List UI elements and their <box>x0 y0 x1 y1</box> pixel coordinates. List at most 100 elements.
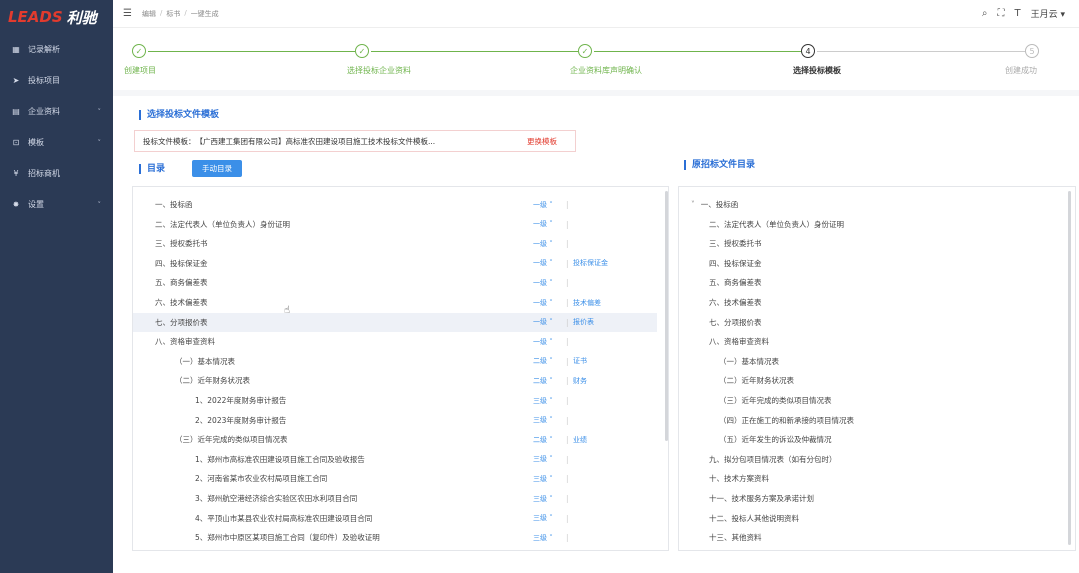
level-select[interactable]: 一级 ˅ <box>533 317 553 327</box>
directory-row[interactable]: 1、郑州市高标准农田建设项目施工合同及验收报告 三级 ˅ | <box>133 450 657 469</box>
level-select[interactable]: 三级 ˅ <box>533 494 553 504</box>
level-select[interactable]: 一级 ˅ <box>533 200 553 210</box>
original-directory-row[interactable]: 十二、投标人其他说明资料 <box>709 509 799 528</box>
original-directory-row[interactable]: （四）正在施工的和新承接的项目情况表 <box>719 411 854 430</box>
directory-row[interactable]: 二、法定代表人（单位负责人）身份证明 一级 ˅ | <box>133 215 657 234</box>
change-template-link[interactable]: 更换模板 <box>527 136 557 147</box>
level-select[interactable]: 三级 ˅ <box>533 415 553 425</box>
level-select[interactable]: 三级 ˅ <box>533 513 553 523</box>
original-row-text: （四）正在施工的和新承接的项目情况表 <box>719 415 854 425</box>
original-row-text: 三、授权委托书 <box>709 239 762 249</box>
directory-row[interactable]: 八、资格审查资料 一级 ˅ | <box>133 332 657 351</box>
sidebar-item[interactable]: ▦ 记录解析 <box>0 34 113 65</box>
directory-row-text: 3、郑州航空港经济综合实验区农田水利项目合同 <box>195 494 358 503</box>
manual-directory-button[interactable]: 手动目录 <box>192 160 242 177</box>
original-directory-row[interactable]: 四、投标保证金 <box>709 254 762 273</box>
directory-row-text: 4、平顶山市某县农业农村局高标准农田建设项目合同 <box>195 513 373 523</box>
directory-row[interactable]: （三）近年完成的类似项目情况表 二级 ˅ | 业绩 <box>133 430 657 449</box>
level-select[interactable]: 三级 ˅ <box>533 533 553 543</box>
original-directory-row[interactable]: 二、法定代表人（单位负责人）身份证明 <box>709 215 844 234</box>
breadcrumb-item: 一键生成 <box>190 9 219 18</box>
directory-row[interactable]: 五、商务偏差表 一级 ˅ | <box>133 273 657 292</box>
divider: | <box>566 494 569 503</box>
logo-en: LEADS <box>8 8 63 26</box>
sidebar-item[interactable]: ¥ 招标商机 <box>0 158 113 189</box>
divider: | <box>566 337 569 347</box>
fullscreen-icon[interactable]: ⛶ <box>997 8 1004 19</box>
level-select[interactable]: 二级 ˅ <box>533 435 553 445</box>
level-select[interactable]: 三级 ˅ <box>533 474 553 484</box>
level-select[interactable]: 三级 ˅ <box>533 454 553 464</box>
gear-icon: ✸ <box>12 200 20 209</box>
chevron-down-icon[interactable]: ˅ <box>691 200 695 209</box>
original-directory-row[interactable]: 七、分项报价表 <box>709 313 762 332</box>
chevron-down-icon: ˅ <box>97 138 102 147</box>
original-directory-row[interactable]: （二）近年财务状况表 <box>719 371 794 390</box>
original-directory-row[interactable]: （三）近年完成的类似项目情况表 <box>719 391 832 410</box>
directory-row[interactable]: 六、技术偏差表 一级 ˅ | 技术偏差 <box>133 293 657 312</box>
directory-row[interactable]: 3、郑州航空港经济综合实验区农田水利项目合同 三级 ˅ | <box>133 489 657 508</box>
level-select[interactable]: 一级 ˅ <box>533 298 553 308</box>
yen-icon: ¥ <box>13 169 19 178</box>
directory-row[interactable]: 1、2022年度财务审计报告 三级 ˅ | <box>133 391 657 410</box>
original-directory-row[interactable]: （一）基本情况表 <box>719 352 779 371</box>
row-tag-link[interactable]: 证书 <box>573 356 587 366</box>
directory-row[interactable]: （二）近年财务状况表 二级 ˅ | 财务 <box>133 371 657 390</box>
directory-row[interactable]: 4、平顶山市某县农业农村局高标准农田建设项目合同 三级 ˅ | <box>133 509 657 528</box>
original-directory-row[interactable]: 九、拟分包项目情况表（如有分包时） <box>709 450 837 469</box>
original-directory-row[interactable]: ˅ 一、投标函 <box>691 195 738 214</box>
sidebar-item[interactable]: ✸ 设置 ˅ <box>0 189 113 220</box>
original-directory-row[interactable]: 五、商务偏差表 <box>709 273 762 292</box>
level-select[interactable]: 一级 ˅ <box>533 239 553 249</box>
template-name: 【广西建工集团有限公司】高标准农田建设项目施工技术投标文件模板... <box>195 136 436 146</box>
level-select[interactable]: 二级 ˅ <box>533 356 553 366</box>
row-tag-link[interactable]: 业绩 <box>573 435 587 445</box>
original-directory-row[interactable]: 十、技术方案资料 <box>709 469 769 488</box>
font-size-icon[interactable]: T <box>1014 8 1020 19</box>
original-directory-row[interactable]: （五）近年发生的诉讼及仲裁情况 <box>719 430 832 449</box>
level-select[interactable]: 一级 ˅ <box>533 278 553 288</box>
breadcrumb-item[interactable]: 编辑 <box>142 9 156 19</box>
original-directory-row[interactable]: 三、授权委托书 <box>709 234 762 253</box>
original-directory-row[interactable]: 十一、技术服务方案及承诺计划 <box>709 489 814 508</box>
original-row-text: 八、资格审查资料 <box>709 337 769 347</box>
directory-row-text: 5、郑州市中原区某项目施工合同（复印件）及验收证明 <box>195 533 380 543</box>
directory-row-text: 四、投标保证金 <box>155 258 208 268</box>
level-select[interactable]: 二级 ˅ <box>533 376 553 386</box>
directory-row[interactable]: 2、2023年度财务审计报告 三级 ˅ | <box>133 411 657 430</box>
row-tag-link[interactable]: 投标保证金 <box>573 258 608 268</box>
divider: | <box>566 219 569 229</box>
directory-row[interactable]: 2、河南省某市农业农村局项目施工合同 三级 ˅ | <box>133 469 657 488</box>
row-tag-link[interactable]: 报价表 <box>573 317 594 327</box>
original-directory-row[interactable]: 六、技术偏差表 <box>709 293 762 312</box>
row-tag-link[interactable]: 技术偏差 <box>573 298 601 308</box>
level-select[interactable]: 一级 ˅ <box>533 219 553 229</box>
sidebar-item-label: 招标商机 <box>28 169 60 178</box>
sidebar-item[interactable]: ⊡ 模板 ˅ <box>0 127 113 158</box>
original-directory-panel[interactable]: ˅ 一、投标函 二、法定代表人（单位负责人）身份证明三、授权委托书四、投标保证金五、… <box>678 186 1076 551</box>
sidebar-item[interactable]: ➤ 投标项目 <box>0 65 113 96</box>
user-menu[interactable]: 王月云 ▾ <box>1031 7 1065 20</box>
directory-row[interactable]: 5、郑州市中原区某项目施工合同（复印件）及验收证明 三级 ˅ | <box>133 528 657 547</box>
directory-row[interactable]: 一、投标函 一级 ˅ | <box>133 195 657 214</box>
search-icon[interactable]: ⌕ <box>982 8 988 19</box>
original-row-text: 十、技术方案资料 <box>709 474 769 484</box>
directory-row[interactable]: 七、分项报价表 一级 ˅ | 报价表 <box>133 312 657 332</box>
level-select[interactable]: 一级 ˅ <box>533 337 553 347</box>
directory-row[interactable]: 四、投标保证金 一级 ˅ | 投标保证金 <box>133 254 657 273</box>
row-tag-link[interactable]: 财务 <box>573 376 587 386</box>
directory-panel[interactable]: 一、投标函 一级 ˅ | 二、法定代表人（单位负责人）身份证明 一级 ˅ | 三、授权委托书… <box>132 186 669 551</box>
original-row-text: 五、商务偏差表 <box>709 278 762 288</box>
level-select[interactable]: 三级 ˅ <box>533 396 553 406</box>
directory-row[interactable]: 三、授权委托书 一级 ˅ | <box>133 234 657 253</box>
scrollbar[interactable] <box>665 191 668 441</box>
level-select[interactable]: 一级 ˅ <box>533 258 553 268</box>
original-directory-row[interactable]: 十三、其他资料 <box>709 528 762 547</box>
cursor-icon: ☝ <box>284 305 291 316</box>
sidebar-item[interactable]: ▤ 企业资料 ˅ <box>0 96 113 127</box>
breadcrumb-item[interactable]: 标书 <box>166 9 180 19</box>
directory-row[interactable]: （一）基本情况表 二级 ˅ | 证书 <box>133 352 657 371</box>
original-directory-row[interactable]: 八、资格审查资料 <box>709 332 769 351</box>
menu-fold-icon[interactable]: ☰ <box>123 8 132 19</box>
scrollbar[interactable] <box>1068 191 1071 545</box>
